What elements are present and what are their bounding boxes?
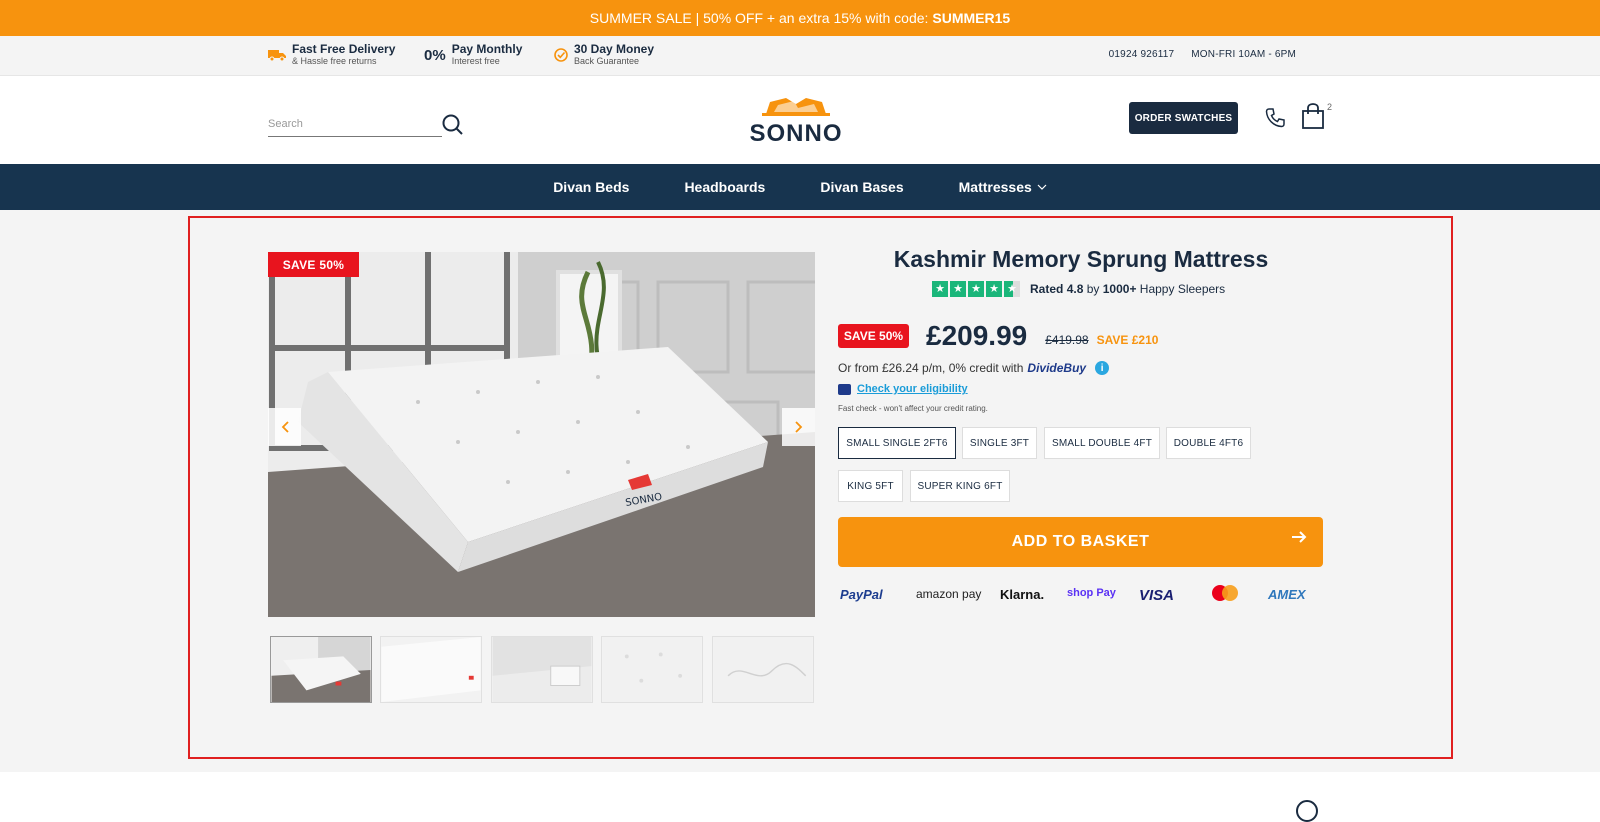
add-to-basket-button[interactable]: ADD TO BASKET — [838, 517, 1323, 567]
usp-pay-monthly: 0% Pay Monthly Interest free — [424, 43, 522, 67]
eligibility-check: Check your eligibility — [838, 383, 968, 395]
usp-delivery: Fast Free Delivery & Hassle free returns — [268, 43, 395, 67]
size-option[interactable]: SINGLE 3FT — [962, 427, 1037, 459]
image-save-badge: SAVE 50% — [268, 252, 359, 277]
rating-prefix: Rated — [1030, 282, 1064, 296]
star-icon: ★ — [950, 281, 966, 297]
gallery-next-button[interactable] — [782, 408, 815, 446]
star-icon: ★ — [986, 281, 1002, 297]
thumbnail-3[interactable] — [491, 636, 593, 703]
was-price: £419.98 — [1045, 333, 1089, 347]
finance-info: Or from £26.24 p/m, 0% credit with Divid… — [838, 361, 1110, 375]
nav-label: Mattresses — [958, 179, 1032, 195]
rating-suffix: Happy Sleepers — [1139, 282, 1226, 296]
gallery-prev-button[interactable] — [268, 408, 301, 446]
size-option[interactable]: KING 5FT — [838, 470, 903, 502]
nav-label: Divan Beds — [553, 179, 630, 195]
current-price: £209.99 — [926, 320, 1028, 351]
dividebuy-badge-icon — [838, 383, 851, 395]
check-badge-icon — [554, 48, 568, 62]
info-icon[interactable]: i — [1095, 361, 1110, 375]
phone-number[interactable]: 01924 926117 — [1109, 49, 1175, 60]
usp-money-back: 30 Day Money Back Guarantee — [554, 43, 654, 67]
thumbnail-5[interactable] — [712, 636, 814, 703]
nav-item-mattresses[interactable]: Mattresses — [959, 179, 1047, 195]
paypal-logo: PayPal — [840, 587, 883, 602]
amazon-pay-logo: amazon pay — [916, 587, 982, 601]
usp-title: Fast Free Delivery — [292, 42, 396, 56]
rating-value: 4.8 — [1066, 282, 1084, 296]
visa-logo: VISA — [1139, 587, 1175, 604]
nav-label: Divan Bases — [820, 179, 904, 195]
zero-percent-label: 0% — [424, 46, 446, 64]
fast-check-note: Fast check - won't affect your credit ra… — [838, 404, 988, 413]
nav-item-headboards[interactable]: Headboards — [684, 179, 765, 195]
search-icon[interactable] — [441, 113, 465, 137]
size-option[interactable]: SMALL DOUBLE 4FT — [1044, 427, 1160, 459]
price-row: SAVE 50% £209.99 £419.98 SAVE £210 — [838, 320, 1158, 352]
save-amount: SAVE £210 — [1096, 333, 1159, 347]
search-input[interactable] — [268, 111, 442, 137]
trustpilot-rating[interactable]: ★ ★ ★ ★ ★ Rated 4.8 by 1000+ Happy Sleep… — [932, 281, 1225, 297]
finance-text: Or from £26.24 p/m, 0% credit with — [838, 361, 1024, 375]
check-eligibility-link[interactable]: Check your eligibility — [857, 383, 968, 395]
usp-subtitle: Interest free — [451, 56, 500, 66]
usp-title: 30 Day Money — [574, 42, 655, 56]
size-option[interactable]: SMALL SINGLE 2FT6 — [838, 427, 956, 459]
amex-logo: AMEX — [1268, 587, 1306, 602]
star-half-icon: ★ — [1004, 281, 1020, 297]
nav-label: Headboards — [684, 179, 766, 195]
rating-by: by — [1086, 282, 1100, 296]
chevron-down-icon — [1037, 184, 1047, 190]
dividebuy-logo: DivideBuy — [1027, 361, 1087, 375]
main-nav: Divan Beds Headboards Divan Bases Mattre… — [0, 164, 1600, 210]
thumbnail-1[interactable] — [270, 636, 372, 703]
klarna-logo: Klarna. — [1000, 587, 1045, 602]
star-icon: ★ — [932, 281, 948, 297]
chevron-right-icon — [794, 421, 802, 433]
order-swatches-button[interactable]: ORDER SWATCHES — [1129, 102, 1238, 134]
rating-stars: ★ ★ ★ ★ ★ — [932, 281, 1020, 297]
star-icon: ★ — [968, 281, 984, 297]
rating-count: 1000+ — [1102, 282, 1137, 296]
size-option[interactable]: DOUBLE 4FT6 — [1166, 427, 1251, 459]
footer-strip — [0, 772, 1600, 822]
promo-code: SUMMER15 — [932, 10, 1011, 26]
size-option[interactable]: SUPER KING 6FT — [910, 470, 1010, 502]
usp-bar: Fast Free Delivery & Hassle free returns… — [0, 36, 1600, 76]
product-title: Kashmir Memory Sprung Mattress — [893, 246, 1269, 272]
nav-item-divan-beds[interactable]: Divan Beds — [553, 179, 629, 195]
circle-icon — [1296, 800, 1318, 822]
chevron-left-icon — [281, 421, 289, 433]
promo-banner: SUMMER SALE | 50% OFF + an extra 15% wit… — [0, 0, 1600, 36]
product-main-image[interactable]: SONNO — [268, 252, 815, 617]
usp-subtitle: Back Guarantee — [574, 56, 640, 66]
phone-icon[interactable] — [1264, 107, 1286, 129]
add-to-basket-label: ADD TO BASKET — [1011, 533, 1150, 550]
thumbnail-2[interactable] — [380, 636, 482, 703]
save-badge: SAVE 50% — [838, 324, 909, 348]
nav-item-divan-bases[interactable]: Divan Bases — [820, 179, 903, 195]
usp-subtitle: & Hassle free returns — [292, 56, 377, 66]
promo-text: SUMMER SALE | 50% OFF + an extra 15% wit… — [589, 10, 929, 26]
mastercard-icon — [1212, 585, 1238, 601]
basket-icon[interactable] — [1301, 103, 1325, 129]
arrow-right-icon — [1292, 531, 1307, 543]
thumbnail-4[interactable] — [601, 636, 703, 703]
opening-hours: MON-FRI 10AM - 6PM — [1191, 49, 1296, 60]
logo-text[interactable]: SONNO — [748, 120, 844, 148]
mastercard-logo — [1208, 583, 1242, 605]
truck-icon — [268, 50, 286, 62]
contact-info: 01924 926117 MON-FRI 10AM - 6PM — [1109, 49, 1296, 60]
shop-pay-logo: shop Pay — [1067, 587, 1116, 599]
usp-title: Pay Monthly — [451, 42, 523, 56]
cart-count-badge: 2 — [1327, 102, 1333, 112]
